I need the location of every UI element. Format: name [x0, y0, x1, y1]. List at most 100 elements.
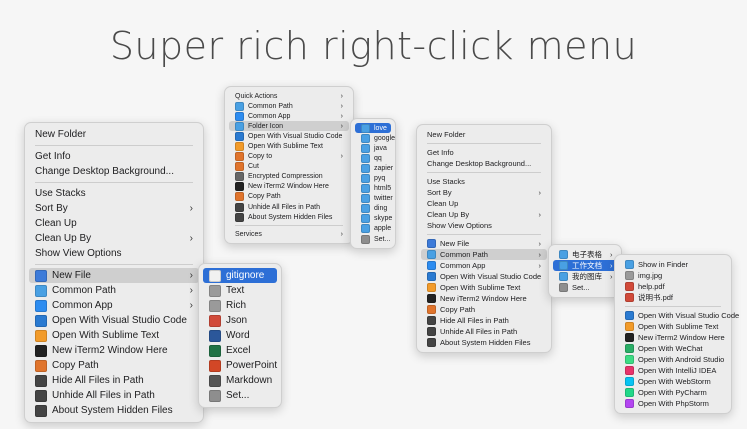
- menu-item-text[interactable]: Text: [199, 283, 281, 298]
- menu-item-label: Encrypted Compression: [248, 173, 323, 181]
- file-icon: [35, 269, 47, 282]
- menu-item-about-system-hidden-files[interactable]: About System Hidden Files: [25, 403, 203, 418]
- menu-item-quick-actions[interactable]: Quick Actions ›: [225, 91, 353, 101]
- menu-item-help-pdf[interactable]: help.pdf: [615, 281, 731, 292]
- menu-item-open-with-pycharm[interactable]: Open With PyCharm: [615, 387, 731, 398]
- menu-item-show-view-options[interactable]: Show View Options: [417, 220, 551, 231]
- menu-item-clean-up-by[interactable]: Clean Up By ›: [417, 209, 551, 220]
- menu-item-show-view-options[interactable]: Show View Options: [25, 246, 203, 261]
- menu-item-new-folder[interactable]: New Folder: [417, 129, 551, 140]
- menu-item-common-app[interactable]: Common App ›: [417, 260, 551, 271]
- menu-item-open-with-visual-studio-code[interactable]: Open With Visual Studio Code: [225, 131, 353, 141]
- menu-item-set[interactable]: Set...: [549, 282, 621, 293]
- menu-item-open-with-visual-studio-code[interactable]: Open With Visual Studio Code: [417, 271, 551, 282]
- menu-item-set[interactable]: Set...: [199, 388, 281, 403]
- chevron-right-icon: ›: [189, 300, 193, 311]
- menu-item-sort-by[interactable]: Sort By ›: [25, 201, 203, 216]
- word-icon: [209, 329, 221, 342]
- menu-item-common-app[interactable]: Common App ›: [225, 111, 353, 121]
- menu-item-java[interactable]: java: [351, 143, 395, 153]
- menu-item-encrypted-compression[interactable]: Encrypted Compression: [225, 172, 353, 182]
- menu-item-copy-path[interactable]: Copy Path: [417, 304, 551, 315]
- chevron-right-icon: ›: [340, 92, 343, 100]
- menu-item-word[interactable]: Word: [199, 328, 281, 343]
- menu-item-open-with-sublime-text[interactable]: Open With Sublime Text: [25, 328, 203, 343]
- menu-item-open-with-webstorm[interactable]: Open With WebStorm: [615, 376, 731, 387]
- webstorm-icon: [625, 377, 634, 386]
- menu-item-new-file[interactable]: New File ›: [417, 238, 551, 249]
- menu-item-new-iterm2-window-here[interactable]: New iTerm2 Window Here: [225, 182, 353, 192]
- menu-item-excel[interactable]: Excel: [199, 343, 281, 358]
- menu-item-label: Set...: [572, 283, 590, 292]
- menu-item-change-desktop-background[interactable]: Change Desktop Background...: [417, 158, 551, 169]
- menu-item-label: New iTerm2 Window Here: [248, 183, 329, 191]
- menu-item-love[interactable]: love: [355, 123, 391, 134]
- menu-item-open-with-android-studio[interactable]: Open With Android Studio: [615, 354, 731, 365]
- menu-item[interactable]: 电子表格 ›: [549, 249, 621, 260]
- menu-item-about-system-hidden-files[interactable]: About System Hidden Files: [225, 212, 353, 222]
- menu-item-new-file[interactable]: New File ›: [29, 268, 199, 283]
- menu-item-get-info[interactable]: Get Info: [25, 149, 203, 164]
- menu-item-cut[interactable]: Cut: [225, 162, 353, 172]
- menu-item-open-with-wechat[interactable]: Open With WeChat: [615, 343, 731, 354]
- menu-item-open-with-sublime-text[interactable]: Open With Sublime Text: [417, 282, 551, 293]
- menu-item-new-folder[interactable]: New Folder: [25, 127, 203, 142]
- folder-icon: [361, 194, 370, 204]
- menu-item-new-iterm2-window-here[interactable]: New iTerm2 Window Here: [417, 293, 551, 304]
- menu-item-clean-up[interactable]: Clean Up: [25, 216, 203, 231]
- menu-item-ding[interactable]: ding: [351, 204, 395, 214]
- menu-item-zapier[interactable]: zapier: [351, 163, 395, 173]
- menu-item-new-iterm2-window-here[interactable]: New iTerm2 Window Here: [615, 332, 731, 343]
- menu-item-copy-path[interactable]: Copy Path: [225, 192, 353, 202]
- menu-item-open-with-visual-studio-code[interactable]: Open With Visual Studio Code: [615, 310, 739, 321]
- menu-item[interactable]: 我的图库 ›: [549, 271, 621, 282]
- menu-item-pdf[interactable]: 说明书.pdf: [615, 292, 731, 303]
- menu-item-open-with-sublime-text[interactable]: Open With Sublime Text: [225, 141, 353, 152]
- menu-item-hide-all-files-in-path[interactable]: Hide All Files in Path: [417, 315, 551, 326]
- menu-item-pyq[interactable]: pyq: [351, 173, 395, 184]
- menu-item-json[interactable]: Json: [199, 313, 281, 328]
- menu-item-unhide-all-files-in-path[interactable]: Unhide All Files in Path: [225, 202, 353, 212]
- menu-item-label: About System Hidden Files: [248, 213, 333, 221]
- menu-item-common-app[interactable]: Common App ›: [25, 298, 203, 313]
- menu-item-open-with-visual-studio-code[interactable]: Open With Visual Studio Code: [25, 313, 203, 328]
- menu-item-about-system-hidden-files[interactable]: About System Hidden Files: [417, 337, 551, 348]
- menu-separator: [625, 306, 721, 307]
- menu-item-new-iterm2-window-here[interactable]: New iTerm2 Window Here: [25, 343, 203, 358]
- menu-item-hide-all-files-in-path[interactable]: Hide All Files in Path: [25, 373, 203, 388]
- menu-item-unhide-all-files-in-path[interactable]: Unhide All Files in Path: [25, 388, 203, 403]
- menu-item-img-jpg[interactable]: img.jpg: [615, 270, 731, 281]
- menu-item-common-path[interactable]: Common Path ›: [25, 283, 203, 298]
- menu-item-twitter[interactable]: twitter: [351, 194, 395, 204]
- menu-item-common-path[interactable]: Common Path ›: [225, 101, 353, 111]
- menu-item-get-info[interactable]: Get Info: [417, 147, 551, 158]
- menu-item-open-with-intellij-idea[interactable]: Open With IntelliJ IDEA: [615, 365, 731, 376]
- menu-item-skype[interactable]: skype: [351, 214, 395, 224]
- menu-item-open-with-sublime-text[interactable]: Open With Sublime Text: [615, 321, 731, 332]
- menu-item-gitignore[interactable]: gitignore: [203, 268, 277, 283]
- menu-item-sort-by[interactable]: Sort By ›: [417, 187, 551, 198]
- menu-item-rich[interactable]: Rich: [199, 298, 281, 313]
- menu-item-qq[interactable]: qq: [351, 153, 395, 163]
- menu-item-markdown[interactable]: Markdown: [199, 373, 281, 388]
- powerpoint-icon: [209, 359, 221, 372]
- menu-item-copy-path[interactable]: Copy Path: [25, 358, 203, 373]
- menu-item-unhide-all-files-in-path[interactable]: Unhide All Files in Path: [417, 326, 551, 337]
- menu-item-use-stacks[interactable]: Use Stacks: [417, 176, 551, 187]
- menu-item-folder-icon[interactable]: Folder Icon ›: [229, 121, 349, 132]
- menu-item-clean-up-by[interactable]: Clean Up By ›: [25, 231, 203, 246]
- menu-item-use-stacks[interactable]: Use Stacks: [25, 186, 203, 201]
- menu-item-html5[interactable]: html5: [351, 184, 395, 194]
- menu-item-apple[interactable]: apple: [351, 224, 395, 234]
- menu-item-change-desktop-background[interactable]: Change Desktop Background...: [25, 164, 203, 179]
- menu-item-google[interactable]: google: [351, 133, 395, 143]
- menu-item-open-with-phpstorm[interactable]: Open With PhpStorm: [615, 398, 731, 409]
- menu-item-copy-to[interactable]: Copy to ›: [225, 152, 353, 162]
- menu-item-set[interactable]: Set...: [351, 234, 395, 244]
- menu-item[interactable]: 工作文档 ›: [553, 260, 617, 271]
- menu-item-services[interactable]: Services ›: [225, 229, 353, 239]
- menu-item-show-in-finder[interactable]: Show in Finder: [615, 259, 731, 270]
- menu-item-common-path[interactable]: Common Path ›: [421, 249, 547, 260]
- menu-item-clean-up[interactable]: Clean Up: [417, 198, 551, 209]
- menu-item-powerpoint[interactable]: PowerPoint: [199, 358, 281, 373]
